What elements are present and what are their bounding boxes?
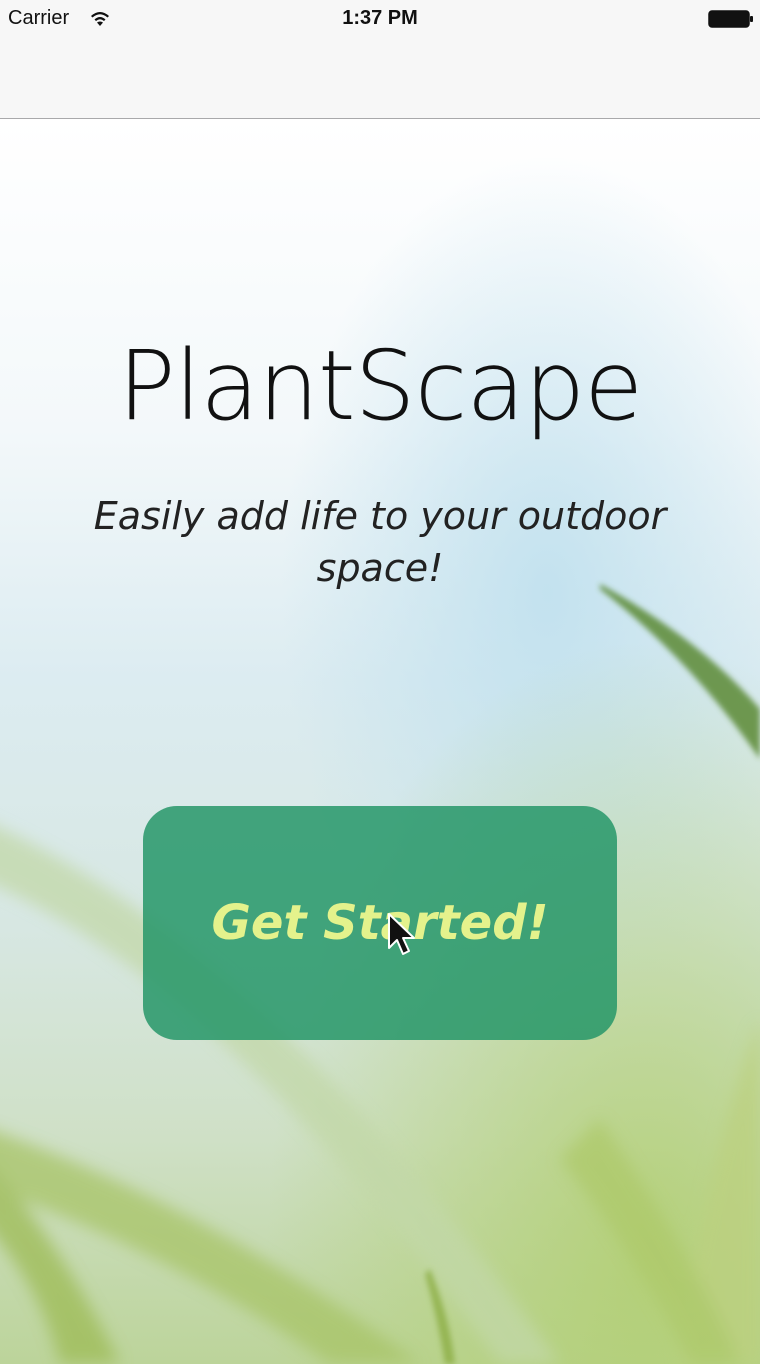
tagline: Easily add life to your outdoor space!	[93, 494, 667, 590]
welcome-content: PlantScape Easily add life to your outdo…	[0, 0, 760, 1364]
app-title: PlantScape	[117, 330, 643, 442]
status-time: 1:37 PM	[342, 7, 418, 29]
screen: Carrier 1:37 PM PlantScape Easily add li…	[0, 0, 760, 1364]
get-started-button[interactable]: Get Started!	[143, 806, 617, 1040]
cursor-arrow-icon	[386, 912, 416, 960]
navigation-bar	[0, 38, 760, 119]
status-bar: Carrier 1:37 PM	[0, 0, 760, 38]
battery-icon	[708, 10, 754, 28]
get-started-label: Get Started!	[211, 895, 549, 951]
